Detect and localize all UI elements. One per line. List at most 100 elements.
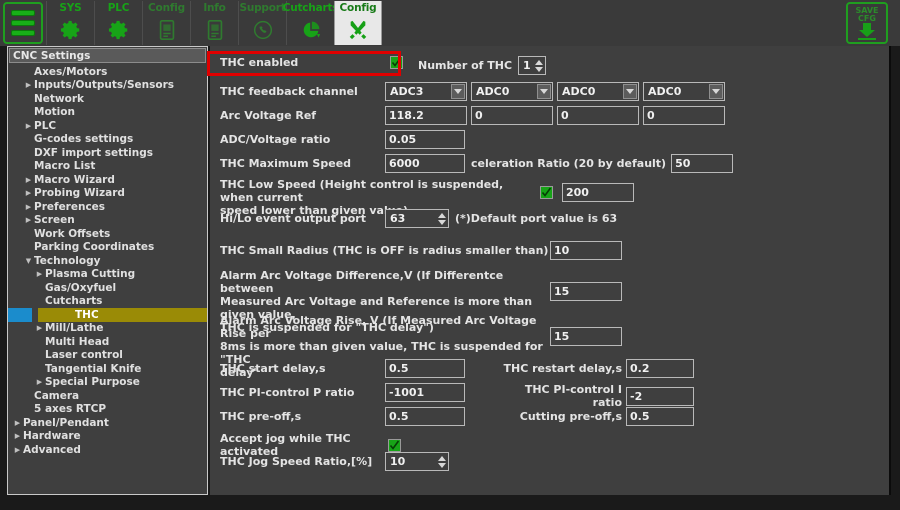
sidebar-item-gas-oxyfuel[interactable]: Gas/Oxyfuel	[8, 281, 207, 295]
thc-pre-off-input[interactable]	[385, 407, 465, 426]
chevron-down-icon[interactable]	[537, 84, 551, 99]
sidebar-item-axes-motors[interactable]: Axes/Motors	[8, 65, 207, 79]
sidebar-item-motion[interactable]: Motion	[8, 106, 207, 120]
hamburger-menu-button[interactable]	[3, 2, 43, 44]
chevron-right-icon[interactable]: ▶	[23, 81, 34, 89]
stepper-up-icon[interactable]	[535, 60, 543, 65]
chevron-right-icon[interactable]: ▶	[34, 270, 45, 278]
sidebar-item-tangential-knife[interactable]: Tangential Knife	[8, 362, 207, 376]
sidebar-item-label: Macro Wizard	[34, 174, 115, 186]
chevron-down-icon[interactable]	[623, 84, 637, 99]
accept-jog-checkbox[interactable]	[388, 439, 401, 452]
thc-pi-p-ratio-input[interactable]	[385, 383, 465, 402]
chevron-right-icon[interactable]: ▶	[12, 446, 23, 454]
sidebar-item-special-purpose[interactable]: ▶Special Purpose	[8, 376, 207, 390]
sidebar-item-macro-wizard[interactable]: ▶Macro Wizard	[8, 173, 207, 187]
stepper-down-icon[interactable]	[438, 463, 446, 468]
settings-tree[interactable]: Axes/Motors▶Inputs/Outputs/SensorsNetwor…	[8, 64, 207, 457]
tab-config-2[interactable]: Config	[142, 1, 190, 45]
thc-low-speed-input[interactable]	[562, 183, 634, 202]
chevron-right-icon[interactable]: ▶	[34, 378, 45, 386]
sidebar-item-plasma-cutting[interactable]: ▶Plasma Cutting	[8, 268, 207, 282]
stepper-buttons[interactable]	[438, 210, 446, 227]
stepper-down-icon[interactable]	[535, 67, 543, 72]
chevron-down-icon[interactable]	[451, 84, 465, 99]
hilo-event-output-port-row: Hi/Lo event output port 63 (*)Default po…	[220, 209, 617, 228]
sidebar-item-mill-lathe[interactable]: ▶Mill/Lathe	[8, 322, 207, 336]
sidebar-item-screen[interactable]: ▶Screen	[8, 214, 207, 228]
sidebar-item-5-axes-rtcp[interactable]: 5 axes RTCP	[8, 403, 207, 417]
sidebar-item-advanced[interactable]: ▶Advanced	[8, 443, 207, 457]
sidebar-item-parking-coordinates[interactable]: Parking Coordinates	[8, 241, 207, 255]
sidebar-item-work-offsets[interactable]: Work Offsets	[8, 227, 207, 241]
sidebar-item-inputs-outputs-sensors[interactable]: ▶Inputs/Outputs/Sensors	[8, 79, 207, 93]
stepper-down-icon[interactable]	[438, 220, 446, 225]
sidebar-item-camera[interactable]: Camera	[8, 389, 207, 403]
thc-enabled-row: THC enabled	[220, 56, 403, 69]
sidebar-item-dxf-import-settings[interactable]: DXF import settings	[8, 146, 207, 160]
number-of-thc-stepper[interactable]: 1	[518, 56, 546, 75]
arc-voltage-ref-input-1[interactable]	[385, 106, 467, 125]
thc-feedback-channel-select-2[interactable]: ADC0	[471, 82, 553, 101]
sidebar-item-panel-pendant[interactable]: ▶Panel/Pendant	[8, 416, 207, 430]
chevron-right-icon[interactable]: ▶	[23, 122, 34, 130]
celeration-ratio-input[interactable]	[671, 154, 733, 173]
sidebar-item-plc[interactable]: ▶PLC	[8, 119, 207, 133]
save-cfg-button[interactable]: SAVE CFG	[846, 2, 888, 44]
sidebar-item-preferences[interactable]: ▶Preferences	[8, 200, 207, 214]
alarm-arc-voltage-rise-input[interactable]	[550, 327, 622, 346]
tab-label: SYS	[59, 2, 81, 15]
sidebar-item-cutcharts[interactable]: Cutcharts	[8, 295, 207, 309]
thc-maximum-speed-input[interactable]	[385, 154, 465, 173]
chevron-right-icon[interactable]: ▶	[23, 189, 34, 197]
stepper-up-icon[interactable]	[438, 213, 446, 218]
thc-small-radius-input[interactable]	[550, 241, 622, 260]
thc-low-speed-checkbox[interactable]	[540, 186, 553, 199]
tab-label: Cutcharts	[283, 2, 339, 15]
arc-voltage-ref-input-4[interactable]	[643, 106, 725, 125]
sidebar-item-macro-list[interactable]: Macro List	[8, 160, 207, 174]
adc-voltage-ratio-input[interactable]	[385, 130, 465, 149]
sidebar-item-laser-control[interactable]: Laser control	[8, 349, 207, 363]
sidebar-item-multi-head[interactable]: Multi Head	[8, 335, 207, 349]
thc-feedback-channel-select-1[interactable]: ADC3	[385, 82, 467, 101]
sidebar-item-technology[interactable]: ▼Technology	[8, 254, 207, 268]
alarm-arc-voltage-difference-input[interactable]	[550, 282, 622, 301]
thc-pre-off-row: THC pre-off,s	[220, 407, 465, 426]
chevron-right-icon[interactable]: ▶	[12, 419, 23, 427]
thc-feedback-channel-select-3[interactable]: ADC0	[557, 82, 639, 101]
chevron-right-icon[interactable]: ▶	[34, 324, 45, 332]
sidebar-item-label: Plasma Cutting	[45, 268, 135, 280]
settings-tree-sidebar[interactable]: CNC Settings Axes/Motors▶Inputs/Outputs/…	[7, 46, 208, 495]
tab-cutcharts-5[interactable]: Cutcharts	[286, 1, 334, 45]
thc-pi-i-ratio-input[interactable]	[626, 387, 694, 406]
thc-feedback-channel-select-4[interactable]: ADC0	[643, 82, 725, 101]
stepper-up-icon[interactable]	[438, 456, 446, 461]
chevron-right-icon[interactable]: ▶	[23, 216, 34, 224]
chevron-right-icon[interactable]: ▶	[23, 203, 34, 211]
sidebar-item-thc[interactable]: THC	[38, 308, 207, 322]
chevron-down-icon[interactable]	[709, 84, 723, 99]
sidebar-item-probing-wizard[interactable]: ▶Probing Wizard	[8, 187, 207, 201]
tab-support-4[interactable]: Support	[238, 1, 286, 45]
cutting-pre-off-input[interactable]	[626, 407, 694, 426]
chevron-down-icon[interactable]: ▼	[23, 257, 34, 265]
thc-start-delay-input[interactable]	[385, 359, 465, 378]
stepper-buttons[interactable]	[438, 453, 446, 470]
sidebar-item-g-codes-settings[interactable]: G-codes settings	[8, 133, 207, 147]
tab-sys-0[interactable]: SYS	[46, 1, 94, 45]
tab-info-3[interactable]: Info	[190, 1, 238, 45]
hilo-event-output-port-stepper[interactable]: 63	[385, 209, 449, 228]
thc-jog-speed-ratio-stepper[interactable]: 10	[385, 452, 449, 471]
sidebar-item-network[interactable]: Network	[8, 92, 207, 106]
tab-config-6[interactable]: Config	[334, 1, 382, 45]
thc-restart-delay-input[interactable]	[626, 359, 694, 378]
arc-voltage-ref-input-2[interactable]	[471, 106, 553, 125]
thc-enabled-checkbox[interactable]	[390, 56, 403, 69]
stepper-buttons[interactable]	[535, 57, 543, 74]
tab-plc-1[interactable]: PLC	[94, 1, 142, 45]
sidebar-item-hardware[interactable]: ▶Hardware	[8, 430, 207, 444]
arc-voltage-ref-input-3[interactable]	[557, 106, 639, 125]
chevron-right-icon[interactable]: ▶	[23, 176, 34, 184]
chevron-right-icon[interactable]: ▶	[12, 432, 23, 440]
